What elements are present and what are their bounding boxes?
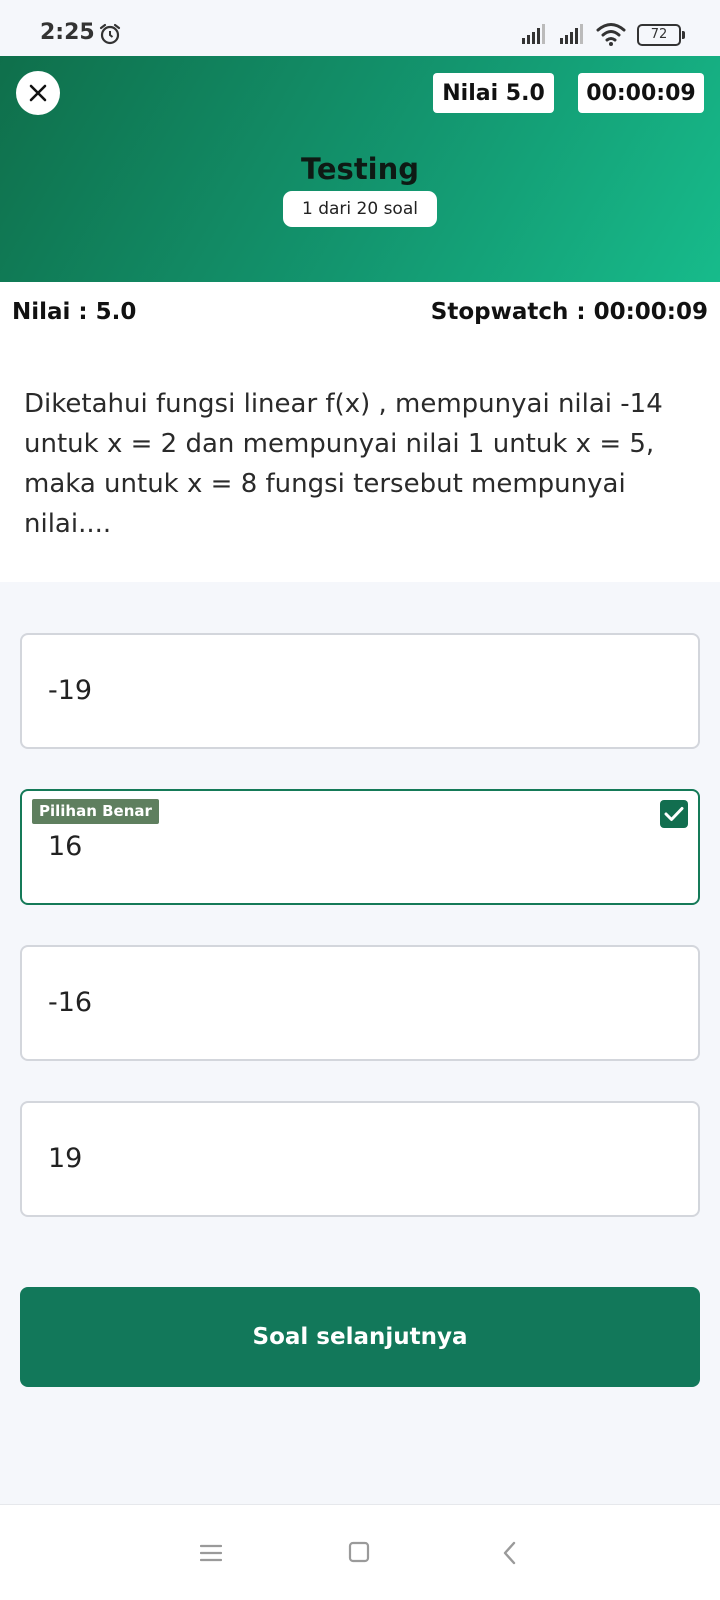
- answer-option[interactable]: -19: [20, 633, 700, 749]
- stopwatch-label: Stopwatch : 00:00:09: [430, 299, 708, 325]
- home-icon[interactable]: [348, 1541, 370, 1567]
- close-button[interactable]: [16, 71, 60, 115]
- answer-option-correct[interactable]: Pilihan Benar 16: [20, 789, 700, 905]
- back-icon[interactable]: [502, 1541, 518, 1569]
- score-chip: Nilai 5.0: [433, 73, 554, 113]
- quiz-title: Testing: [300, 152, 420, 186]
- menu-icon[interactable]: [199, 1543, 223, 1567]
- system-nav-bar: [0, 1504, 720, 1600]
- next-question-button[interactable]: Soal selanjutnya: [20, 1287, 700, 1387]
- close-icon: [29, 84, 47, 102]
- correct-answer-badge: Pilihan Benar: [32, 799, 159, 824]
- alarm-icon: [98, 22, 122, 50]
- question-card: Diketahui fungsi linear f(x) , mempunyai…: [0, 346, 720, 582]
- answer-option[interactable]: -16: [20, 945, 700, 1061]
- option-label: 19: [48, 1143, 83, 1174]
- timer-chip: 00:00:09: [578, 73, 704, 113]
- option-label: -19: [48, 675, 93, 706]
- answer-option[interactable]: 19: [20, 1101, 700, 1217]
- status-time: 2:25: [40, 20, 95, 45]
- question-progress: 1 dari 20 soal: [283, 191, 437, 227]
- quiz-header: Nilai 5.0 00:00:09 Testing 1 dari 20 soa…: [0, 56, 720, 282]
- status-bar: 2:25 72: [0, 0, 720, 56]
- score-label: Nilai : 5.0: [12, 299, 137, 325]
- checkbox-checked-icon: [660, 800, 688, 828]
- battery-icon: 72: [637, 24, 685, 46]
- signal-icon: [560, 24, 588, 48]
- option-label: -16: [48, 987, 93, 1018]
- question-text: Diketahui fungsi linear f(x) , mempunyai…: [24, 389, 663, 539]
- option-label: 16: [48, 831, 83, 862]
- wifi-icon: [596, 22, 626, 50]
- signal-icon: [522, 24, 550, 48]
- info-row: Nilai : 5.0 Stopwatch : 00:00:09: [0, 282, 720, 346]
